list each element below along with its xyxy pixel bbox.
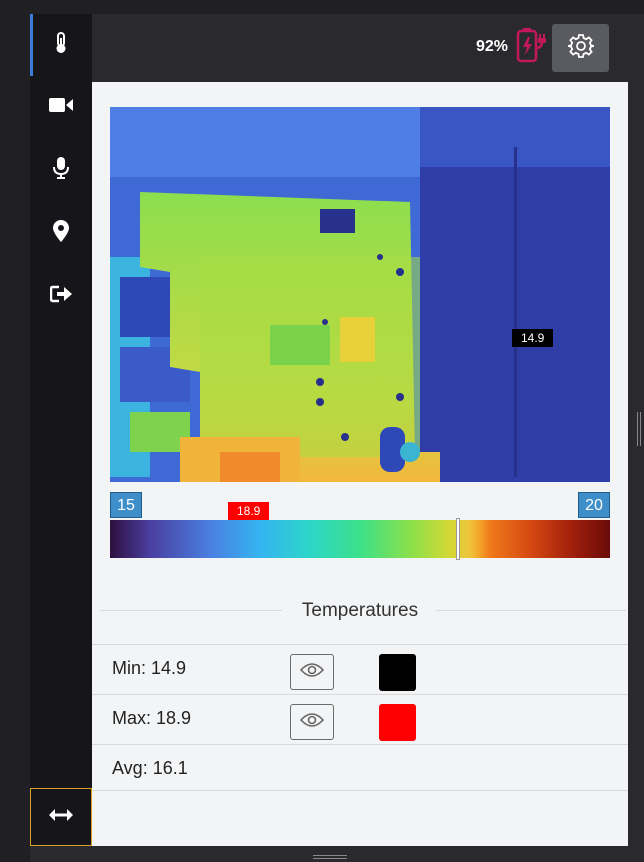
divider xyxy=(92,790,628,791)
main-panel: 14.9 18.9 15 20 Temperatures Min: 14.9 M… xyxy=(92,82,628,846)
thermal-image[interactable]: 14.9 18.9 xyxy=(110,107,610,520)
avg-temp-label: Avg: 16.1 xyxy=(112,758,188,778)
max-color-swatch[interactable] xyxy=(379,704,416,741)
max-temp-marker: 18.9 xyxy=(228,502,270,520)
video-camera-icon xyxy=(49,97,73,118)
battery-percent: 92% xyxy=(476,38,509,55)
temperatures-heading: Temperatures xyxy=(301,600,419,621)
map-pin-icon xyxy=(53,219,69,247)
min-temp-marker: 14.9 xyxy=(512,329,554,347)
window-left-edge xyxy=(0,0,30,862)
sidebar-item-logout[interactable] xyxy=(30,265,92,327)
temperature-row-avg: Avg: 16.1 xyxy=(92,744,628,795)
color-scale-bar xyxy=(110,520,610,558)
sidebar-item-video[interactable] xyxy=(30,76,92,138)
microphone-icon xyxy=(53,156,69,184)
scale-max-label[interactable]: 20 xyxy=(578,492,610,518)
eye-icon xyxy=(299,662,325,683)
thermometer-icon xyxy=(53,31,69,59)
logout-icon xyxy=(49,285,72,308)
expand-toggle-button[interactable] xyxy=(30,788,92,846)
resize-handle-vertical[interactable] xyxy=(637,412,641,446)
scale-slider-handle[interactable] xyxy=(456,518,460,560)
scale-min-label[interactable]: 15 xyxy=(110,492,142,518)
temperature-row-max: Max: 18.9 xyxy=(92,694,628,745)
sidebar xyxy=(30,14,92,846)
resize-handle-horizontal[interactable] xyxy=(313,855,347,859)
eye-icon xyxy=(299,712,325,733)
sidebar-item-audio[interactable] xyxy=(30,139,92,201)
sidebar-item-thermal[interactable] xyxy=(30,14,92,76)
window-top-strip xyxy=(30,0,644,14)
min-color-swatch[interactable] xyxy=(379,654,416,691)
toggle-max-visibility-button[interactable] xyxy=(290,704,334,740)
max-temp-label: Max: 18.9 xyxy=(112,708,192,728)
battery-charging-icon xyxy=(514,28,548,71)
double-arrow-horizontal-icon xyxy=(49,808,73,826)
min-temp-label: Min: 14.9 xyxy=(112,658,187,678)
settings-button[interactable] xyxy=(552,24,609,72)
gear-icon xyxy=(567,33,594,64)
temperature-row-min: Min: 14.9 xyxy=(92,644,628,695)
toggle-min-visibility-button[interactable] xyxy=(290,654,334,690)
sidebar-item-location[interactable] xyxy=(30,202,92,264)
top-bar: 92% xyxy=(92,14,628,82)
